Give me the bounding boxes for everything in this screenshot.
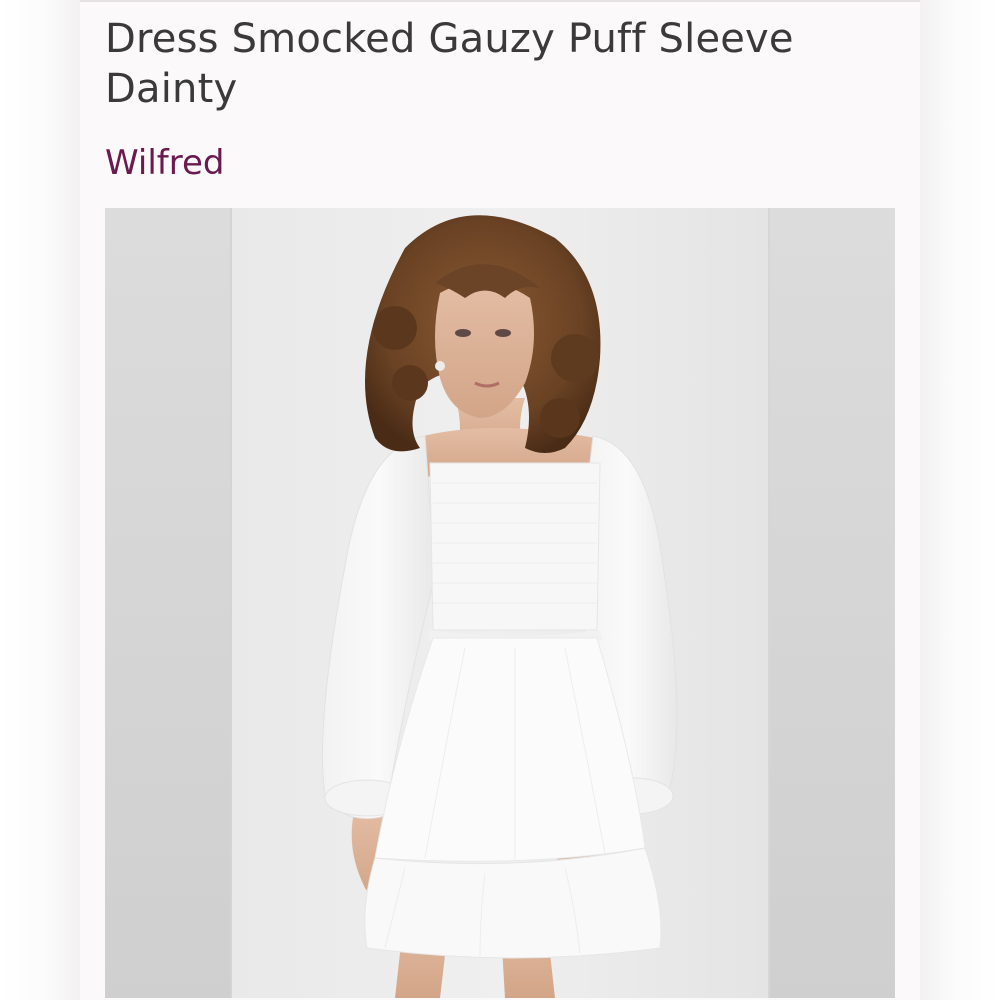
product-photo-illustration xyxy=(105,208,895,998)
screen: Dress Smocked Gauzy Puff Sleeve Dainty W… xyxy=(0,0,1000,1000)
listing-card: Dress Smocked Gauzy Puff Sleeve Dainty W… xyxy=(80,0,920,1000)
listing-title: Dress Smocked Gauzy Puff Sleeve Dainty xyxy=(105,16,794,112)
brand-link[interactable]: Wilfred xyxy=(105,142,224,184)
left-margin xyxy=(0,0,80,1000)
product-photo[interactable] xyxy=(105,208,895,998)
right-margin xyxy=(920,0,1000,1000)
